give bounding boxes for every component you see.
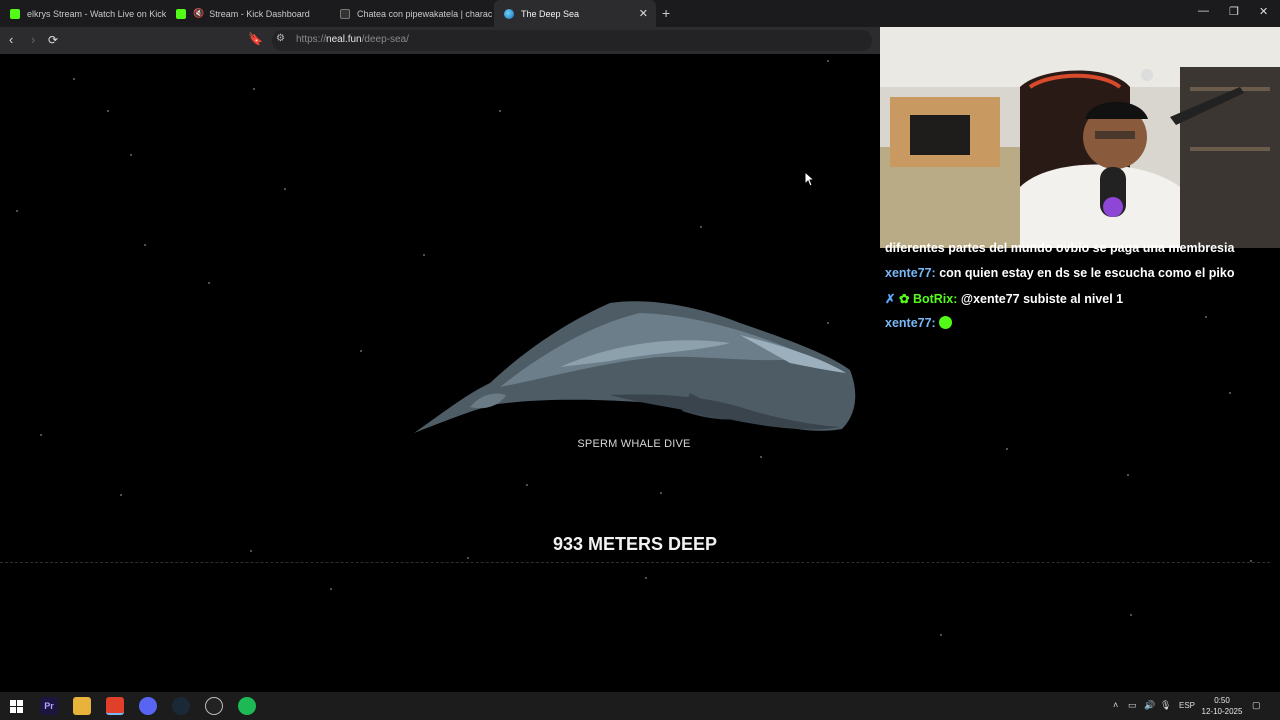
particle — [423, 254, 425, 256]
windows-start-icon[interactable] — [7, 697, 25, 715]
webcam-feed — [880, 27, 1280, 248]
mouse-cursor-icon — [804, 171, 816, 187]
kick-emote-icon — [939, 316, 953, 329]
tab-kick-stream[interactable]: elkrys Stream - Watch Live on Kick — [0, 0, 166, 27]
depth-readout: 933 METERS DEEP — [552, 534, 718, 554]
particle — [1006, 448, 1008, 450]
particle — [130, 154, 132, 156]
new-tab-icon[interactable]: + — [662, 5, 670, 21]
tab-kick-dashboard[interactable]: 🔇 Stream - Kick Dashboard — [166, 0, 332, 27]
chat-message: xente77: con quien estay en ds se le esc… — [885, 266, 1234, 280]
forward-icon[interactable]: › — [31, 32, 35, 47]
minimize-icon[interactable]: — — [1198, 5, 1209, 17]
kick-icon — [10, 8, 20, 19]
particle — [330, 588, 332, 590]
chat-text: con quien estay en ds se le escucha como… — [939, 266, 1235, 280]
chat-text: diferentes partes del mundo ovbio se pag… — [885, 241, 1235, 255]
tab-label: Chatea con pipewakatela | character — [357, 8, 492, 19]
tab-label: The Deep Sea — [521, 8, 580, 19]
particle — [253, 88, 255, 90]
tab-label: Stream - Kick Dashboard — [209, 8, 310, 19]
chat-username: xente77: — [885, 266, 936, 280]
steam-icon[interactable] — [172, 697, 190, 715]
site-settings-icon[interactable]: ⚙ — [276, 33, 285, 44]
particle — [144, 244, 146, 246]
tab-character-ai[interactable]: Chatea con pipewakatela | character — [330, 0, 492, 27]
kick-icon — [176, 8, 186, 19]
particle — [467, 557, 469, 559]
particle — [660, 492, 662, 494]
chat-username: xente77: — [885, 316, 936, 330]
clock-time: 0:50 — [1214, 696, 1230, 705]
particle — [120, 494, 122, 496]
reload-icon[interactable]: ⟳ — [48, 33, 58, 47]
depth-marker-line — [0, 562, 1270, 563]
sperm-whale-illustration — [414, 301, 856, 433]
screen: elkrys Stream - Watch Live on Kick 🔇 Str… — [0, 0, 1280, 720]
particle — [107, 110, 109, 112]
chat-message: xente77: — [885, 316, 953, 330]
character-ai-icon — [340, 8, 350, 19]
particle — [250, 550, 252, 552]
deep-sea-icon — [504, 8, 514, 19]
particle — [16, 210, 18, 212]
chevron-up-icon[interactable]: ˄ — [1113, 700, 1118, 710]
particle — [700, 226, 702, 228]
sword-badge-icon: ✗ — [885, 292, 896, 306]
browser-toolbar: ‹ › ⟳ — [0, 27, 880, 54]
system-clock[interactable]: 0:50 12-10-2025 — [1200, 695, 1244, 717]
particle — [760, 456, 762, 458]
url-host: neal.fun — [326, 34, 362, 45]
back-icon[interactable]: ‹ — [9, 32, 13, 47]
chat-text: @xente77 subiste al nivel 1 — [960, 292, 1124, 306]
particle — [499, 110, 501, 112]
brave-browser-icon[interactable] — [106, 697, 124, 715]
muted-speaker-icon[interactable]: 🔇 — [193, 8, 204, 19]
tab-deep-sea[interactable]: The Deep Sea ✕ — [494, 0, 656, 27]
particle — [827, 60, 829, 62]
windows-taskbar: Pr ˄ ▭ 🔊 🎙 ESP 0:50 12-10-2025 ▢ — [0, 692, 1280, 720]
language-indicator[interactable]: ESP — [1179, 701, 1195, 710]
verified-badge-icon: ✿ — [898, 292, 910, 306]
file-explorer-icon[interactable] — [73, 697, 91, 715]
particle — [940, 634, 942, 636]
particle — [1205, 316, 1207, 318]
particle — [1127, 474, 1129, 476]
bookmark-icon[interactable]: 🔖 — [248, 32, 263, 46]
particle — [645, 577, 647, 579]
tab-label: elkrys Stream - Watch Live on Kick — [27, 8, 166, 19]
premiere-pro-icon[interactable]: Pr — [40, 697, 58, 715]
restore-icon[interactable]: ❐ — [1229, 5, 1239, 18]
creature-label: SPERM WHALE DIVE — [577, 438, 691, 450]
volume-icon[interactable]: 🔊 — [1144, 700, 1155, 711]
url-path: /deep-sea/ — [361, 34, 409, 45]
particle — [526, 484, 528, 486]
particle — [40, 434, 42, 436]
chat-message: ✗ ✿ BotRix: @xente77 subiste al nivel 1 — [885, 291, 1123, 306]
obs-icon[interactable] — [205, 697, 223, 715]
chat-message: diferentes partes del mundo ovbio se pag… — [885, 241, 1234, 255]
particle — [360, 350, 362, 352]
particle — [1229, 392, 1231, 394]
microphone-icon[interactable]: 🎙 — [1160, 700, 1171, 711]
chat-username: BotRix: — [912, 292, 958, 306]
url-text[interactable]: https://neal.fun/deep-sea/ — [296, 34, 409, 45]
close-tab-icon[interactable]: ✕ — [639, 7, 648, 20]
browser-tab-strip: elkrys Stream - Watch Live on Kick 🔇 Str… — [0, 0, 1280, 27]
close-window-icon[interactable]: ✕ — [1259, 5, 1268, 18]
network-icon[interactable]: ▭ — [1128, 700, 1137, 711]
clock-date: 12-10-2025 — [1201, 707, 1243, 716]
notifications-icon[interactable]: ▢ — [1252, 700, 1261, 711]
particle — [73, 78, 75, 80]
url-scheme: https:// — [296, 34, 327, 45]
particle — [1130, 614, 1132, 616]
spotify-icon[interactable] — [238, 697, 256, 715]
particle — [284, 188, 286, 190]
particle — [208, 282, 210, 284]
discord-icon[interactable] — [139, 697, 157, 715]
